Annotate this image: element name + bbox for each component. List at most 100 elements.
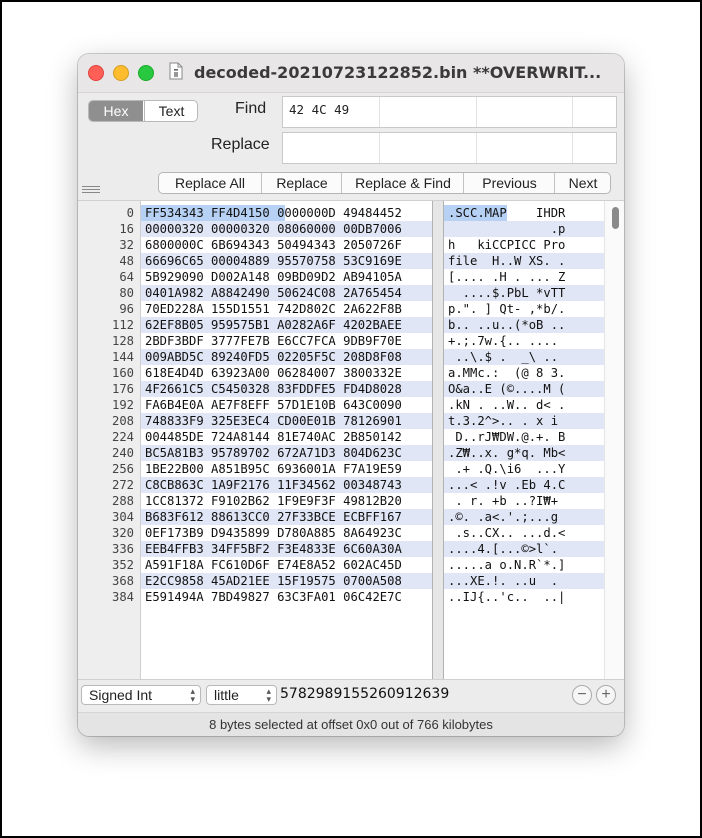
updown-arrows-icon: ▴ ▾	[266, 686, 271, 704]
zoom-button[interactable]	[138, 65, 154, 81]
hex-row[interactable]: 5B929090 D002A148 09BD09D2 AB94105A	[141, 269, 435, 285]
hex-row[interactable]: E591494A 7BD49827 63C3FA01 06C42E7C	[141, 589, 435, 605]
hex-row[interactable]: FF534343 FF4D4150 0000000D 49484452	[141, 205, 435, 221]
text-row[interactable]: t.3.2^>.. . x i	[444, 413, 608, 429]
hex-row[interactable]: 62EF8B05 959575B1 A0282A6F 4202BAEE	[141, 317, 435, 333]
text-row[interactable]: ...< .!v .Eb 4.C	[444, 477, 608, 493]
replace-and-find-button[interactable]: Replace & Find	[341, 173, 464, 193]
text-column[interactable]: .SCC.MAP IHDR .p h kiCCPICC Pro file H..W …	[444, 201, 608, 679]
hex-row[interactable]: E2CC9858 45AD21EE 15F19575 0700A508	[141, 573, 435, 589]
replace-button-bar: Replace All Replace Replace & Find Previ…	[158, 172, 611, 194]
text-row[interactable]: [.... .H . ... Z	[444, 269, 608, 285]
text-row[interactable]: .©. .a<.'.;...g	[444, 509, 608, 525]
text-row[interactable]: .....a o.N.R`*.]	[444, 557, 608, 573]
row-offset: 208	[111, 414, 134, 428]
row-offset: 384	[111, 590, 134, 604]
window-title: decoded-20210723122852.bin **OVERWRIT...	[194, 63, 602, 82]
row-offset: 144	[111, 350, 134, 364]
int-type-value: Signed Int	[89, 687, 153, 703]
scroll-thumb[interactable]	[612, 207, 619, 229]
hex-row[interactable]: A591F18A FC610D6F E74E8A52 602AC45D	[141, 557, 435, 573]
text-row[interactable]: .Z₩..x. g*q. Mb<	[444, 445, 608, 461]
hex-row[interactable]: EEB4FFB3 34FF5BF2 F3E4833E 6C60A30A	[141, 541, 435, 557]
hex-row[interactable]: 6800000C 6B694343 50494343 2050726F	[141, 237, 435, 253]
find-value: 42 4C 49	[289, 102, 350, 117]
row-offset: 256	[111, 462, 134, 476]
replace-label: Replace	[211, 136, 270, 153]
hex-row[interactable]: B683F612 88613CC0 27F33BCE ECBFF167	[141, 509, 435, 525]
row-offset: 128	[111, 334, 134, 348]
replace-all-button[interactable]: Replace All	[159, 173, 261, 193]
title-bar[interactable]: decoded-20210723122852.bin **OVERWRIT...	[78, 54, 624, 93]
row-offset: 224	[111, 430, 134, 444]
text-row[interactable]: ..IJ{..'c.. ..|	[444, 589, 608, 605]
hex-row[interactable]: BC5A81B3 95789702 672A71D3 804D623C	[141, 445, 435, 461]
previous-button[interactable]: Previous	[463, 173, 555, 193]
minus-icon[interactable]: −	[572, 685, 592, 705]
row-offset: 352	[111, 558, 134, 572]
vertical-scrollbar[interactable]	[604, 201, 624, 679]
hex-row[interactable]: 004485DE 724A8144 81E740AC 2B850142	[141, 429, 435, 445]
find-field[interactable]: 42 4C 49	[282, 96, 617, 128]
text-row[interactable]: file H..W XS. .	[444, 253, 608, 269]
hex-mode-button[interactable]: Hex	[89, 101, 143, 121]
row-offset: 368	[111, 574, 134, 588]
hex-row[interactable]: 0EF173B9 D9435899 D780A885 8A64923C	[141, 525, 435, 541]
hex-row[interactable]: C8CB863C 1A9F2176 11F34562 00348743	[141, 477, 435, 493]
text-row[interactable]: .s..CX.. ...d.<	[444, 525, 608, 541]
hex-row[interactable]: FA6B4E0A AE7F8EFF 57D1E10B 643C0090	[141, 397, 435, 413]
row-offset: 240	[111, 446, 134, 460]
hex-row[interactable]: 0401A982 A8842490 50624C08 2A765454	[141, 285, 435, 301]
text-row[interactable]: .SCC.MAP IHDR	[444, 205, 608, 221]
text-row[interactable]: .+ .Q.\i6 ...Y	[444, 461, 608, 477]
text-row[interactable]: O&a..E (©....M (	[444, 381, 608, 397]
text-row[interactable]: ....$.PbL *vTT	[444, 285, 608, 301]
text-row[interactable]: .kN . ..W.. d< .	[444, 397, 608, 413]
next-button[interactable]: Next	[554, 173, 610, 193]
hex-column[interactable]: FF534343 FF4D4150 0000000D 49484452 00000…	[141, 201, 435, 679]
text-row[interactable]: D..rJ₩DW.@.+. B	[444, 429, 608, 445]
hexfiend-window: decoded-20210723122852.bin **OVERWRIT...…	[78, 54, 624, 736]
int-type-popup[interactable]: Signed Int ▴ ▾	[81, 685, 201, 705]
hex-row[interactable]: 2BDF3BDF 3777FE7B E6CC7FCA 9DB9F70E	[141, 333, 435, 349]
hex-row[interactable]: 70ED228A 155D1551 742D802C 2A622F8B	[141, 301, 435, 317]
column-divider[interactable]	[432, 201, 444, 679]
endian-value: little	[214, 687, 239, 703]
hex-row[interactable]: 009ABD5C 89240FD5 02205F5C 208D8F08	[141, 349, 435, 365]
hex-editor-area[interactable]: 0 16 32 48 64 80 96 112 128 144 160 176 192 208 224 240…	[78, 200, 624, 680]
row-offset: 272	[111, 478, 134, 492]
text-row[interactable]: ...XE.!. ..u .	[444, 573, 608, 589]
replace-button[interactable]: Replace	[261, 173, 342, 193]
text-row[interactable]: . r. +b ..?I₩+	[444, 493, 608, 509]
text-row[interactable]: p.". ] Qt- ,*b/.	[444, 301, 608, 317]
plus-icon[interactable]: +	[596, 685, 616, 705]
row-offset: 16	[119, 222, 134, 236]
text-row[interactable]: +.;.7w.{.. ....	[444, 333, 608, 349]
document-icon[interactable]	[169, 62, 183, 80]
resize-handle-icon[interactable]	[82, 186, 100, 196]
text-row[interactable]: .p	[444, 221, 608, 237]
text-row[interactable]: ....4.[...©>l`.	[444, 541, 608, 557]
minimize-button[interactable]	[113, 65, 129, 81]
close-button[interactable]	[88, 65, 104, 81]
interpreted-value[interactable]: 5782989155260912639	[280, 686, 449, 702]
text-mode-button[interactable]: Text	[144, 101, 197, 121]
row-offset: 64	[119, 270, 134, 284]
text-row[interactable]: b.. ..u..(*oB ..	[444, 317, 608, 333]
row-offset: 192	[111, 398, 134, 412]
row-offset: 336	[111, 542, 134, 556]
hex-row[interactable]: 1BE22B00 A851B95C 6936001A F7A19E59	[141, 461, 435, 477]
text-row[interactable]: h kiCCPICC Pro	[444, 237, 608, 253]
hex-row[interactable]: 1CC81372 F9102B62 1F9E9F3F 49812B20	[141, 493, 435, 509]
hex-row[interactable]: 00000320 00000320 08060000 00DB7006	[141, 221, 435, 237]
hex-text-toggle: Hex Text	[88, 100, 198, 122]
hex-row[interactable]: 4F2661C5 C5450328 83FDDFE5 FD4D8028	[141, 381, 435, 397]
text-row[interactable]: ..\.$ . _\ ..	[444, 349, 608, 365]
hex-row[interactable]: 618E4D4D 63923A00 06284007 3800332E	[141, 365, 435, 381]
text-row[interactable]: a.MMc.: (@ 8 3.	[444, 365, 608, 381]
hex-row[interactable]: 748833F9 325E3EC4 CD00E01B 78126901	[141, 413, 435, 429]
endian-popup[interactable]: little ▴ ▾	[206, 685, 277, 705]
row-offset: 80	[119, 286, 134, 300]
hex-row[interactable]: 66696C65 00004889 95570758 53C9169E	[141, 253, 435, 269]
replace-field[interactable]	[282, 132, 617, 164]
